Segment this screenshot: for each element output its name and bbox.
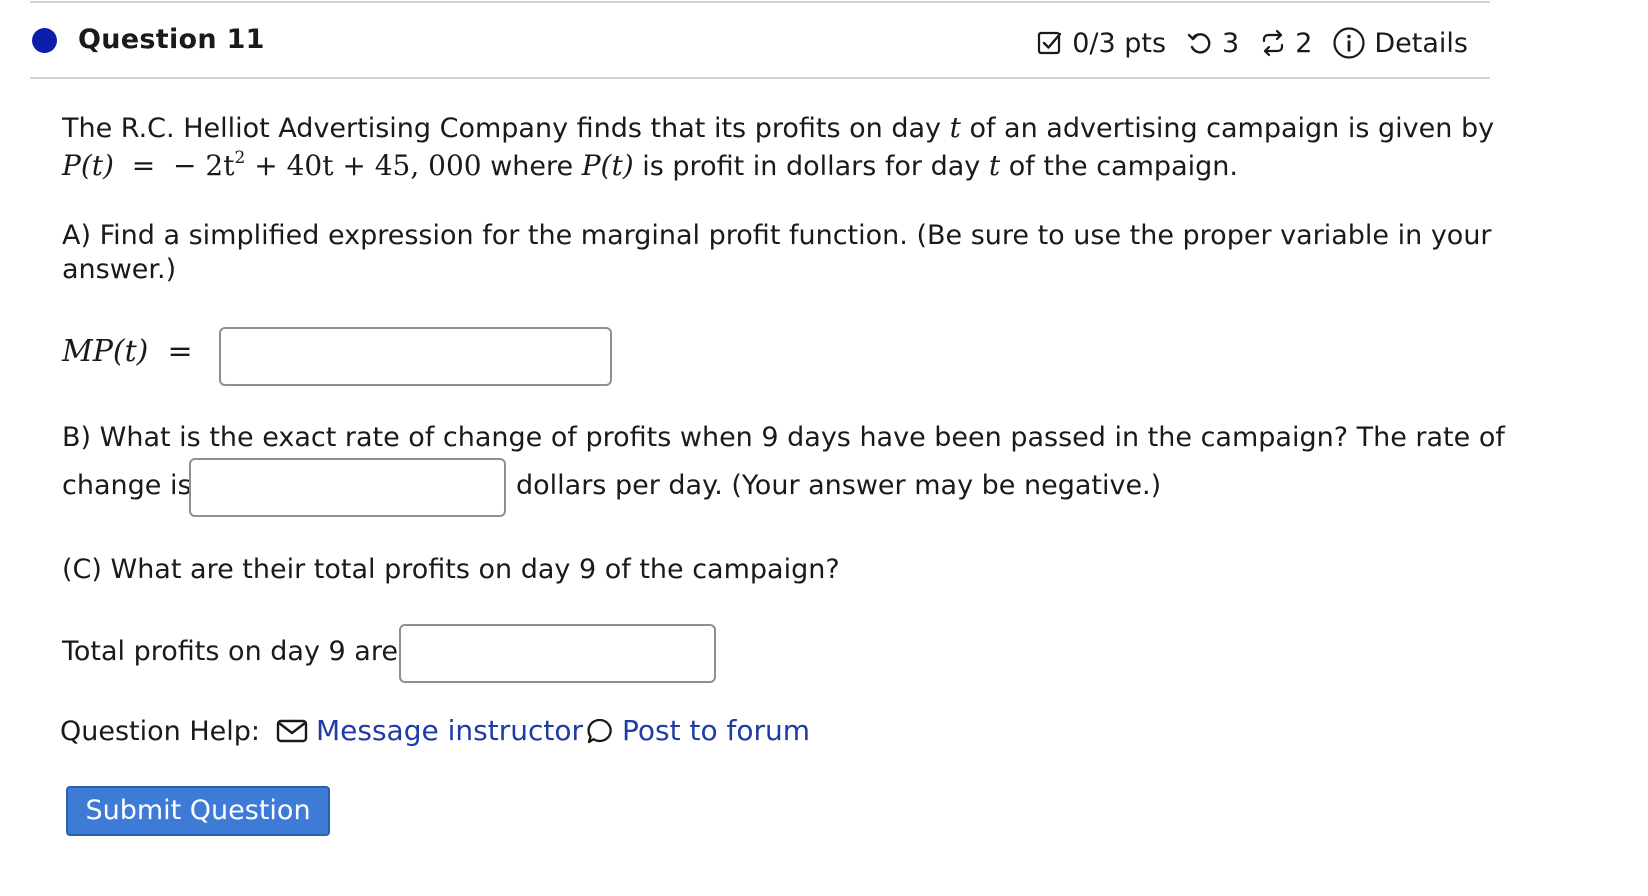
info-icon xyxy=(1333,27,1365,59)
question-panel: Question 11 0/3 pts 3 2 Details The R.C.… xyxy=(0,0,1648,896)
intro-line-2: P(t) = − 2t2 + 40t + 45, 000 where P(t) … xyxy=(62,148,1238,182)
message-instructor-link[interactable]: Message instructor xyxy=(276,714,583,747)
intro-line-1: The R.C. Helliot Advertising Company fin… xyxy=(62,111,1495,144)
profit-formula: P(t) = − 2t2 + 40t + 45, 000 xyxy=(62,148,482,182)
top-divider xyxy=(30,1,1490,3)
question-help-label: Question Help: xyxy=(60,716,260,747)
question-status-dot xyxy=(32,28,57,53)
question-meta: 0/3 pts 3 2 Details xyxy=(1036,26,1468,60)
attempts-count: 2 xyxy=(1295,27,1313,59)
part-a-prompt-cont: answer.) xyxy=(62,254,177,285)
total-profits-label: Total profits on day 9 are xyxy=(62,636,398,667)
mp-label: MP(t) = xyxy=(62,334,193,369)
part-b-prefix: change is xyxy=(62,470,192,501)
points-text: 0/3 pts xyxy=(1072,27,1167,59)
part-b-suffix: dollars per day. (Your answer may be neg… xyxy=(516,470,1162,501)
checkbox-icon xyxy=(1038,31,1062,55)
part-b-prompt: B) What is the exact rate of change of p… xyxy=(62,422,1505,453)
part-c-prompt: (C) What are their total profits on day … xyxy=(62,554,840,585)
attempts-indicator: 2 xyxy=(1259,28,1312,59)
submit-question-button[interactable]: Submit Question xyxy=(66,786,330,836)
mp-answer-input[interactable] xyxy=(219,327,612,386)
total-profits-input[interactable] xyxy=(399,624,716,683)
points-indicator: 0/3 pts xyxy=(1036,28,1166,59)
part-a-prompt: A) Find a simplified expression for the … xyxy=(62,220,1492,251)
speech-bubble-icon xyxy=(587,718,612,743)
details-label[interactable]: Details xyxy=(1374,28,1468,59)
question-title: Question 11 xyxy=(78,24,265,55)
retries-indicator: 3 xyxy=(1186,28,1239,59)
retries-count: 3 xyxy=(1222,27,1240,59)
details-button[interactable]: Details xyxy=(1332,26,1468,60)
rate-of-change-input[interactable] xyxy=(189,458,506,517)
header-divider xyxy=(30,77,1490,79)
post-to-forum-link[interactable]: Post to forum xyxy=(586,714,810,747)
envelope-icon xyxy=(276,719,308,742)
undo-icon xyxy=(1187,33,1211,54)
repeat-icon xyxy=(1263,29,1284,57)
